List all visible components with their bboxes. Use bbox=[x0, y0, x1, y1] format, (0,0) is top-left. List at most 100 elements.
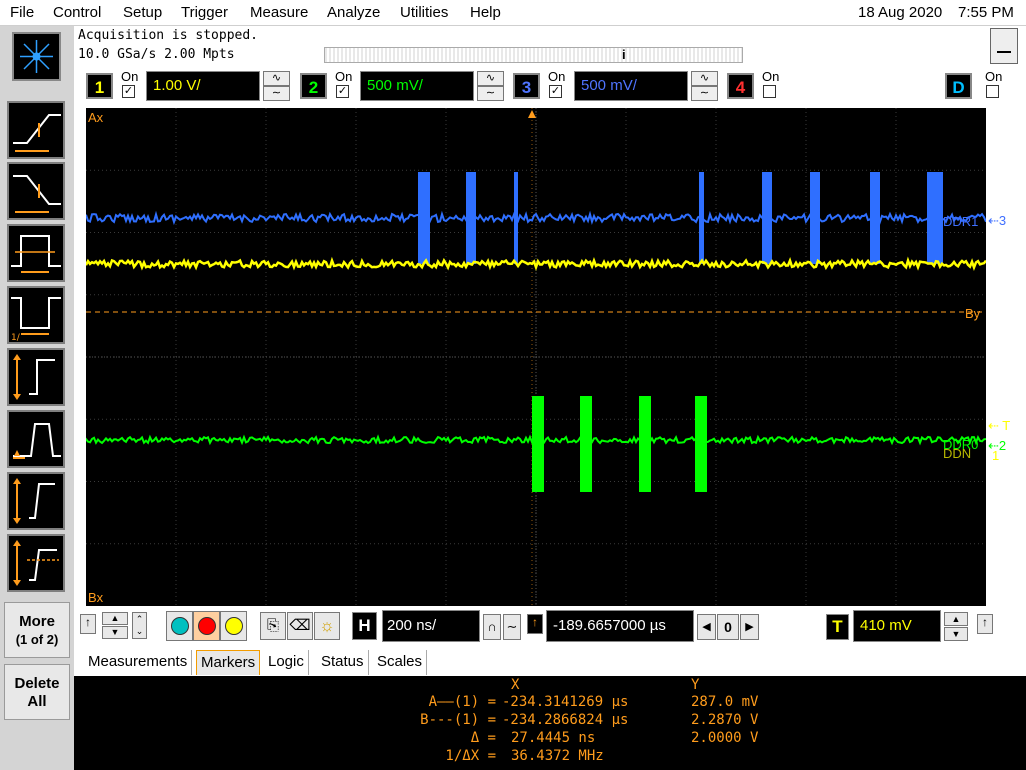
trigger-level-down-icon[interactable]: ▼ bbox=[944, 627, 968, 641]
channel-3-burst bbox=[466, 172, 476, 264]
channel-3-on-label: On bbox=[548, 69, 566, 84]
menu-control[interactable]: Control bbox=[53, 4, 101, 21]
marker-delta-label: Δ = bbox=[470, 730, 496, 746]
channel-4-button[interactable]: 4 bbox=[727, 73, 754, 99]
channel-3-checkbox[interactable]: ✓ bbox=[549, 85, 562, 98]
waveform-display[interactable]: Ax Bx By DDR1 DDN DDR0 bbox=[86, 108, 986, 606]
marker-delta-x: 27.4445 ns bbox=[511, 730, 596, 746]
falling-edge-trigger-icon[interactable] bbox=[7, 162, 65, 220]
menu-utilities[interactable]: Utilities bbox=[400, 4, 448, 21]
menu-bar: File Control Setup Trigger Measure Analy… bbox=[0, 0, 1026, 26]
channel-3-burst bbox=[699, 172, 704, 264]
delete-all-button[interactable]: Delete All bbox=[4, 664, 70, 720]
pulse-width-trigger-icon[interactable] bbox=[7, 224, 65, 282]
delay-reference-icon[interactable]: ↑ bbox=[527, 614, 543, 634]
setup-hold-trigger-icon[interactable] bbox=[7, 348, 65, 406]
yellow-marker-icon bbox=[225, 617, 243, 635]
runt-trigger-icon[interactable] bbox=[7, 410, 65, 468]
more-sub-label: (1 of 2) bbox=[15, 632, 59, 647]
channel-1-scale[interactable]: 1.00 V/ bbox=[146, 71, 260, 101]
delay-field[interactable]: -189.6657000 µs bbox=[546, 610, 694, 642]
menu-measure[interactable]: Measure bbox=[250, 4, 308, 21]
trigger-level-field[interactable]: 410 mV bbox=[853, 610, 941, 642]
marker-by-label: By bbox=[965, 306, 981, 321]
channel-2-button[interactable]: 2 bbox=[300, 73, 327, 99]
timebase-coarse-icon[interactable]: ∼ bbox=[503, 614, 521, 640]
light-icon[interactable]: ☼ bbox=[314, 612, 340, 640]
delete-sub-label: All bbox=[27, 693, 47, 710]
markers-next-icon[interactable]: ▼ bbox=[102, 626, 128, 639]
window-trigger-icon[interactable] bbox=[7, 534, 65, 592]
cyan-marker-button[interactable] bbox=[166, 611, 193, 641]
more-button[interactable]: More (1 of 2) bbox=[4, 602, 70, 658]
menu-analyze[interactable]: Analyze bbox=[327, 4, 380, 21]
tab-logic[interactable]: Logic bbox=[264, 650, 309, 675]
menu-trigger[interactable]: Trigger bbox=[181, 4, 228, 21]
horizontal-h-button[interactable]: H bbox=[352, 612, 377, 640]
delay-left-icon[interactable]: ◀ bbox=[697, 614, 716, 640]
channel-3-button[interactable]: 3 bbox=[513, 73, 540, 99]
channel-3-scale[interactable]: 500 mV/ bbox=[574, 71, 688, 101]
channel-4-checkbox[interactable] bbox=[763, 85, 776, 98]
trigger-level-up-icon[interactable]: ▲ bbox=[944, 612, 968, 626]
transition-trigger-icon[interactable] bbox=[7, 472, 65, 530]
tab-scales[interactable]: Scales bbox=[373, 650, 428, 675]
horizontal-control-bar: ↑ ▲ ▼ ⌃ ⌄ ⎘ ⌫ ☼ H 200 ns/ ∩ ∼ ↑ -189.6657… bbox=[74, 606, 1026, 652]
channel-2-on-label: On bbox=[335, 69, 353, 84]
markers-header-y: Y bbox=[691, 677, 700, 693]
inverse-pulse-trigger-icon[interactable]: 1/ bbox=[7, 286, 65, 344]
menu-setup[interactable]: Setup bbox=[123, 4, 162, 21]
digital-channel-button[interactable]: D bbox=[945, 73, 972, 99]
channel-2-dc-coupling[interactable]: ∼ bbox=[477, 86, 504, 101]
markers-arrows-icon[interactable]: ⌃ ⌄ bbox=[132, 612, 147, 639]
menu-help[interactable]: Help bbox=[470, 4, 501, 21]
marker-a-label: A——(1) = bbox=[428, 694, 496, 710]
tab-measurements[interactable]: Measurements bbox=[84, 650, 193, 675]
marker-bx-label: Bx bbox=[88, 590, 104, 605]
marker-inv-delta-x: 36.4372 MHz bbox=[511, 748, 604, 764]
channel-3-burst bbox=[514, 172, 518, 264]
channel-3-burst bbox=[418, 172, 430, 264]
oscilloscope-app: File Control Setup Trigger Measure Analy… bbox=[0, 0, 1026, 770]
red-marker-icon bbox=[198, 617, 216, 635]
marker-inv-delta-label: 1/ΔX = bbox=[445, 748, 496, 764]
channel-2-checkbox[interactable]: ✓ bbox=[336, 85, 349, 98]
channel-2-scale[interactable]: 500 mV/ bbox=[360, 71, 474, 101]
rising-edge-trigger-icon[interactable] bbox=[7, 101, 65, 159]
agilent-starburst-icon[interactable] bbox=[12, 32, 61, 81]
eraser-icon[interactable]: ⌫ bbox=[287, 612, 313, 640]
ddr1-label: DDR1 bbox=[943, 214, 979, 229]
channel-3-burst bbox=[810, 172, 820, 264]
menu-file[interactable]: File bbox=[10, 4, 34, 21]
time-label: 7:55 PM bbox=[958, 4, 1014, 21]
channel-1-dc-coupling[interactable]: ∼ bbox=[263, 86, 290, 101]
channel-2-burst bbox=[639, 396, 651, 492]
timebase-field[interactable]: 200 ns/ bbox=[382, 610, 480, 642]
digital-checkbox[interactable] bbox=[986, 85, 999, 98]
channel-1-ac-coupling[interactable]: ∿ bbox=[263, 71, 290, 86]
channel-3-ref-marker: ⇠3 bbox=[988, 213, 1007, 228]
channel-3-dc-coupling[interactable]: ∼ bbox=[691, 86, 718, 101]
channel-2-ac-coupling[interactable]: ∿ bbox=[477, 71, 504, 86]
delay-right-icon[interactable]: ▶ bbox=[740, 614, 759, 640]
markers-up-icon[interactable]: ↑ bbox=[80, 614, 96, 634]
markers-prev-icon[interactable]: ▲ bbox=[102, 612, 128, 625]
timebase-fine-icon[interactable]: ∩ bbox=[483, 614, 501, 640]
marker-a-x: -234.3141269 µs bbox=[502, 694, 629, 710]
trigger-up-icon[interactable]: ↑ bbox=[977, 614, 993, 634]
markers-readout: X Y A——(1) = -234.3141269 µs 287.0 mV B-… bbox=[74, 676, 1026, 770]
red-marker-button[interactable] bbox=[193, 611, 220, 641]
delay-reference-zero[interactable]: 0 bbox=[717, 614, 739, 640]
minimize-button[interactable] bbox=[990, 28, 1018, 64]
tab-markers[interactable]: Markers bbox=[196, 650, 261, 675]
trigger-position-marker bbox=[528, 110, 536, 118]
channel-1-on-label: On bbox=[121, 69, 139, 84]
channel-3-ac-coupling[interactable]: ∿ bbox=[691, 71, 718, 86]
waveform-capture-icon[interactable]: ⎘ bbox=[260, 612, 286, 640]
marker-ax-label: Ax bbox=[88, 110, 104, 125]
trigger-t-button[interactable]: T bbox=[826, 614, 849, 640]
channel-1-checkbox[interactable]: ✓ bbox=[122, 85, 135, 98]
yellow-marker-button[interactable] bbox=[220, 611, 247, 641]
tab-status[interactable]: Status bbox=[317, 650, 369, 675]
channel-1-button[interactable]: 1 bbox=[86, 73, 113, 99]
